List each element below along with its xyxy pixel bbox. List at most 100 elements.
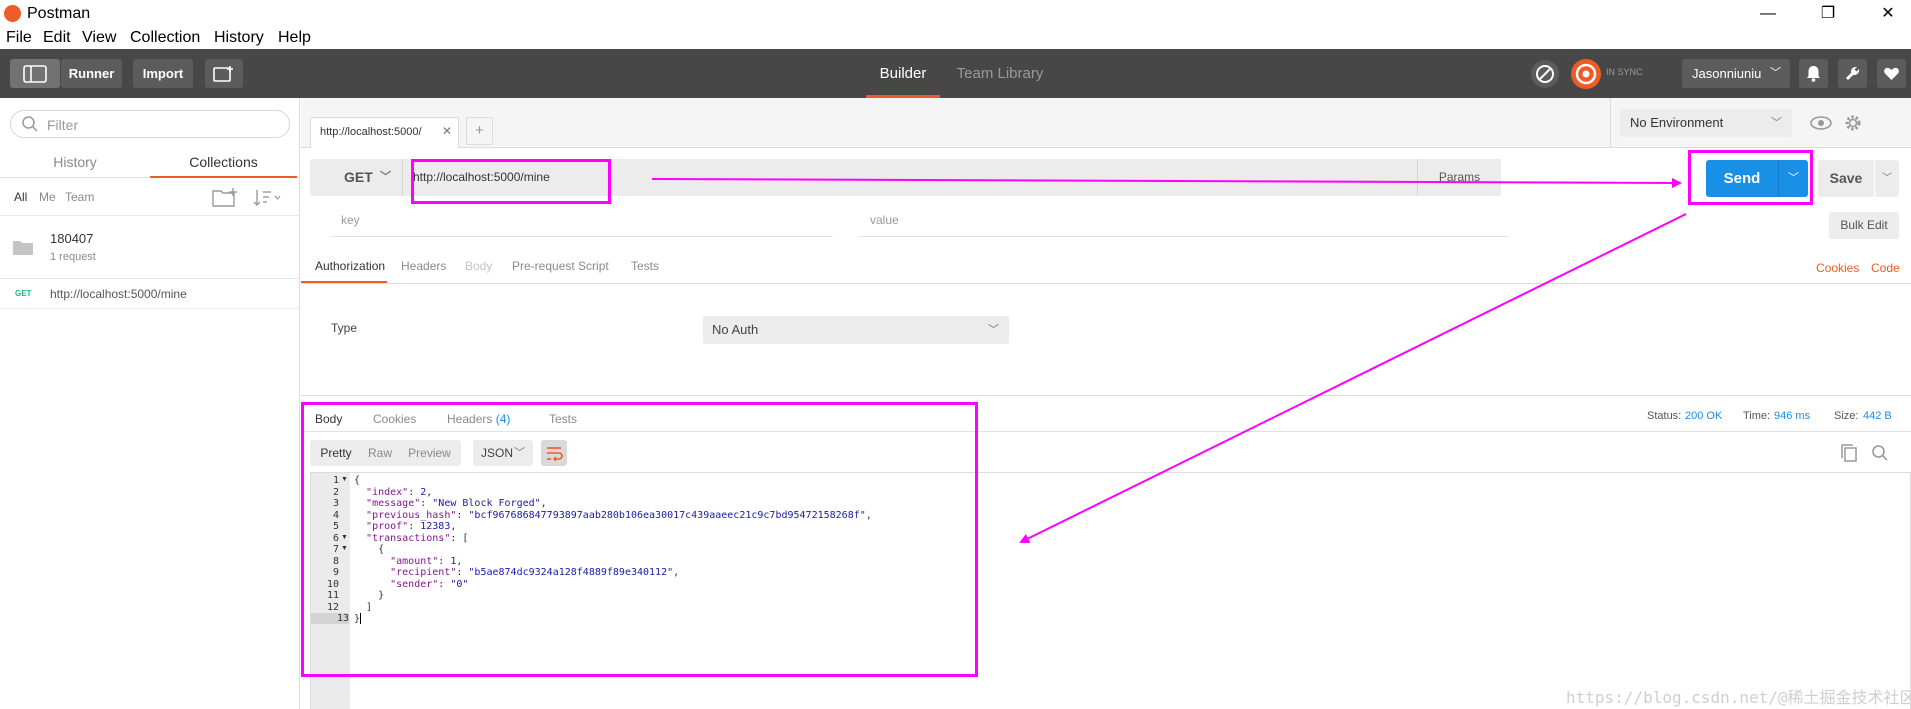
active-tab-underline — [301, 281, 387, 283]
filter-input[interactable] — [47, 116, 277, 134]
authorization-panel: Type No Auth ﹀ — [301, 285, 1911, 396]
annotation-box-send — [1688, 150, 1813, 205]
collection-name: 180407 — [50, 231, 94, 246]
minimize-button[interactable]: — — [1748, 3, 1788, 25]
environment-select[interactable]: No Environment ﹀ — [1620, 109, 1792, 137]
sort-icon[interactable] — [252, 188, 282, 208]
import-button[interactable]: Import — [133, 59, 193, 88]
time-value: 946 ms — [1774, 410, 1811, 422]
new-window-button[interactable] — [205, 59, 243, 88]
tab-tests[interactable]: Tests — [631, 259, 659, 273]
annotation-box-url — [411, 159, 611, 204]
cookies-link[interactable]: Cookies — [1816, 261, 1859, 275]
tab-builder[interactable]: Builder — [866, 49, 940, 98]
chevron-down-icon: ﹀ — [380, 171, 391, 183]
menu-history[interactable]: History — [214, 29, 264, 47]
header-bar: Runner Import Builder Team Library IN SY… — [0, 49, 1911, 98]
sidebar-icon — [23, 65, 47, 83]
chevron-down-icon: ﹀ — [1771, 117, 1782, 129]
key-input[interactable]: key — [341, 213, 360, 227]
chevron-down-icon: ﹀ — [1770, 67, 1781, 79]
favorites-button[interactable] — [1877, 59, 1906, 88]
request-tab-label: http://localhost:5000/ — [320, 126, 422, 138]
menu-view[interactable]: View — [82, 29, 116, 47]
params-row: key value — [301, 202, 1911, 240]
history-url: http://localhost:5000/mine — [50, 287, 187, 301]
close-button[interactable]: ✕ — [1868, 3, 1908, 25]
user-menu-button[interactable]: Jasonniuniu ﹀ — [1682, 59, 1790, 88]
folder-icon — [13, 241, 33, 255]
save-options-button[interactable]: ﹀ — [1875, 160, 1899, 197]
bulk-edit-button[interactable]: Bulk Edit — [1829, 212, 1899, 239]
filter-field[interactable] — [10, 110, 290, 138]
sync-icon — [1575, 63, 1597, 85]
size-label: Size: — [1834, 410, 1859, 422]
watermark: https://blog.csdn.net/@稀土掘金技术社区 — [1566, 688, 1911, 707]
settings-button[interactable] — [1838, 59, 1867, 88]
interceptor-button[interactable] — [1531, 60, 1559, 88]
user-name: Jasonniuniu — [1692, 66, 1762, 81]
auth-type-value: No Auth — [712, 322, 759, 337]
search-icon — [22, 116, 38, 132]
copy-icon[interactable] — [1840, 443, 1858, 463]
annotation-box-response — [301, 402, 978, 677]
tab-collections[interactable]: Collections — [150, 146, 297, 178]
menu-file[interactable]: File — [6, 29, 32, 47]
collection-filter-tabs: All Me Team — [0, 178, 300, 216]
tab-authorization[interactable]: Authorization — [315, 259, 385, 273]
environment-area: No Environment ﹀ — [1610, 98, 1911, 148]
bell-icon — [1807, 66, 1820, 82]
satellite-icon — [1536, 65, 1554, 83]
method-badge: GET — [15, 289, 32, 298]
history-item[interactable]: GET http://localhost:5000/mine — [0, 279, 300, 309]
filter-all[interactable]: All — [14, 190, 27, 204]
sidebar-tabs: History Collections — [0, 146, 300, 178]
collection-item[interactable]: 180407 1 request — [0, 216, 300, 279]
time-label: Time: — [1743, 410, 1771, 422]
tab-team-library[interactable]: Team Library — [950, 49, 1050, 98]
runner-button[interactable]: Runner — [61, 59, 122, 88]
filter-me[interactable]: Me — [39, 190, 56, 204]
gear-icon[interactable] — [1844, 114, 1862, 132]
key-underline — [331, 236, 833, 237]
code-link[interactable]: Code — [1871, 261, 1900, 275]
menu-help[interactable]: Help — [278, 29, 311, 47]
new-tab-button[interactable]: + — [466, 117, 493, 145]
value-input[interactable]: value — [870, 213, 899, 227]
collection-count: 1 request — [50, 251, 96, 263]
postman-logo-icon — [4, 5, 21, 22]
auth-type-label: Type — [331, 321, 358, 335]
notifications-button[interactable] — [1799, 59, 1828, 88]
close-tab-icon[interactable]: ✕ — [442, 124, 452, 138]
filter-team[interactable]: Team — [65, 190, 94, 204]
menu-edit[interactable]: Edit — [43, 29, 71, 47]
request-tab[interactable]: http://localhost:5000/ ✕ — [310, 117, 459, 148]
sidebar: History Collections All Me Team 180407 1… — [0, 98, 300, 709]
toggle-sidebar-button[interactable] — [10, 59, 60, 88]
new-window-icon — [213, 66, 233, 82]
tab-headers[interactable]: Headers — [401, 259, 446, 273]
save-button[interactable]: Save — [1818, 160, 1874, 197]
method-value: GET — [344, 169, 373, 185]
method-select[interactable]: GET ﹀ — [310, 159, 402, 196]
tab-pre-request-script[interactable]: Pre-request Script — [512, 259, 609, 273]
chevron-down-icon: ﹀ — [1882, 173, 1892, 184]
auth-type-select[interactable]: No Auth ﹀ — [703, 316, 1009, 344]
menu-collection[interactable]: Collection — [130, 29, 200, 47]
maximize-button[interactable]: ❐ — [1808, 3, 1848, 25]
new-collection-icon[interactable] — [212, 187, 238, 209]
eye-icon[interactable] — [1810, 116, 1832, 130]
size-value: 442 B — [1863, 410, 1892, 422]
tab-history[interactable]: History — [0, 146, 150, 178]
menu-bar: File Edit View Collection History Help — [0, 28, 1911, 49]
wrench-icon — [1846, 66, 1860, 80]
title-bar: Postman — ❐ ✕ — [0, 0, 1911, 28]
search-icon[interactable] — [1871, 444, 1889, 462]
request-sections: Authorization Headers Body Pre-request S… — [301, 250, 1911, 284]
heart-icon — [1884, 67, 1899, 80]
params-button[interactable]: Params — [1417, 159, 1501, 196]
status-label: Status: — [1647, 410, 1682, 422]
tab-body[interactable]: Body — [465, 259, 492, 273]
sync-status-button[interactable] — [1571, 59, 1601, 89]
request-tabs-bar: http://localhost:5000/ ✕ + — [301, 98, 1610, 148]
